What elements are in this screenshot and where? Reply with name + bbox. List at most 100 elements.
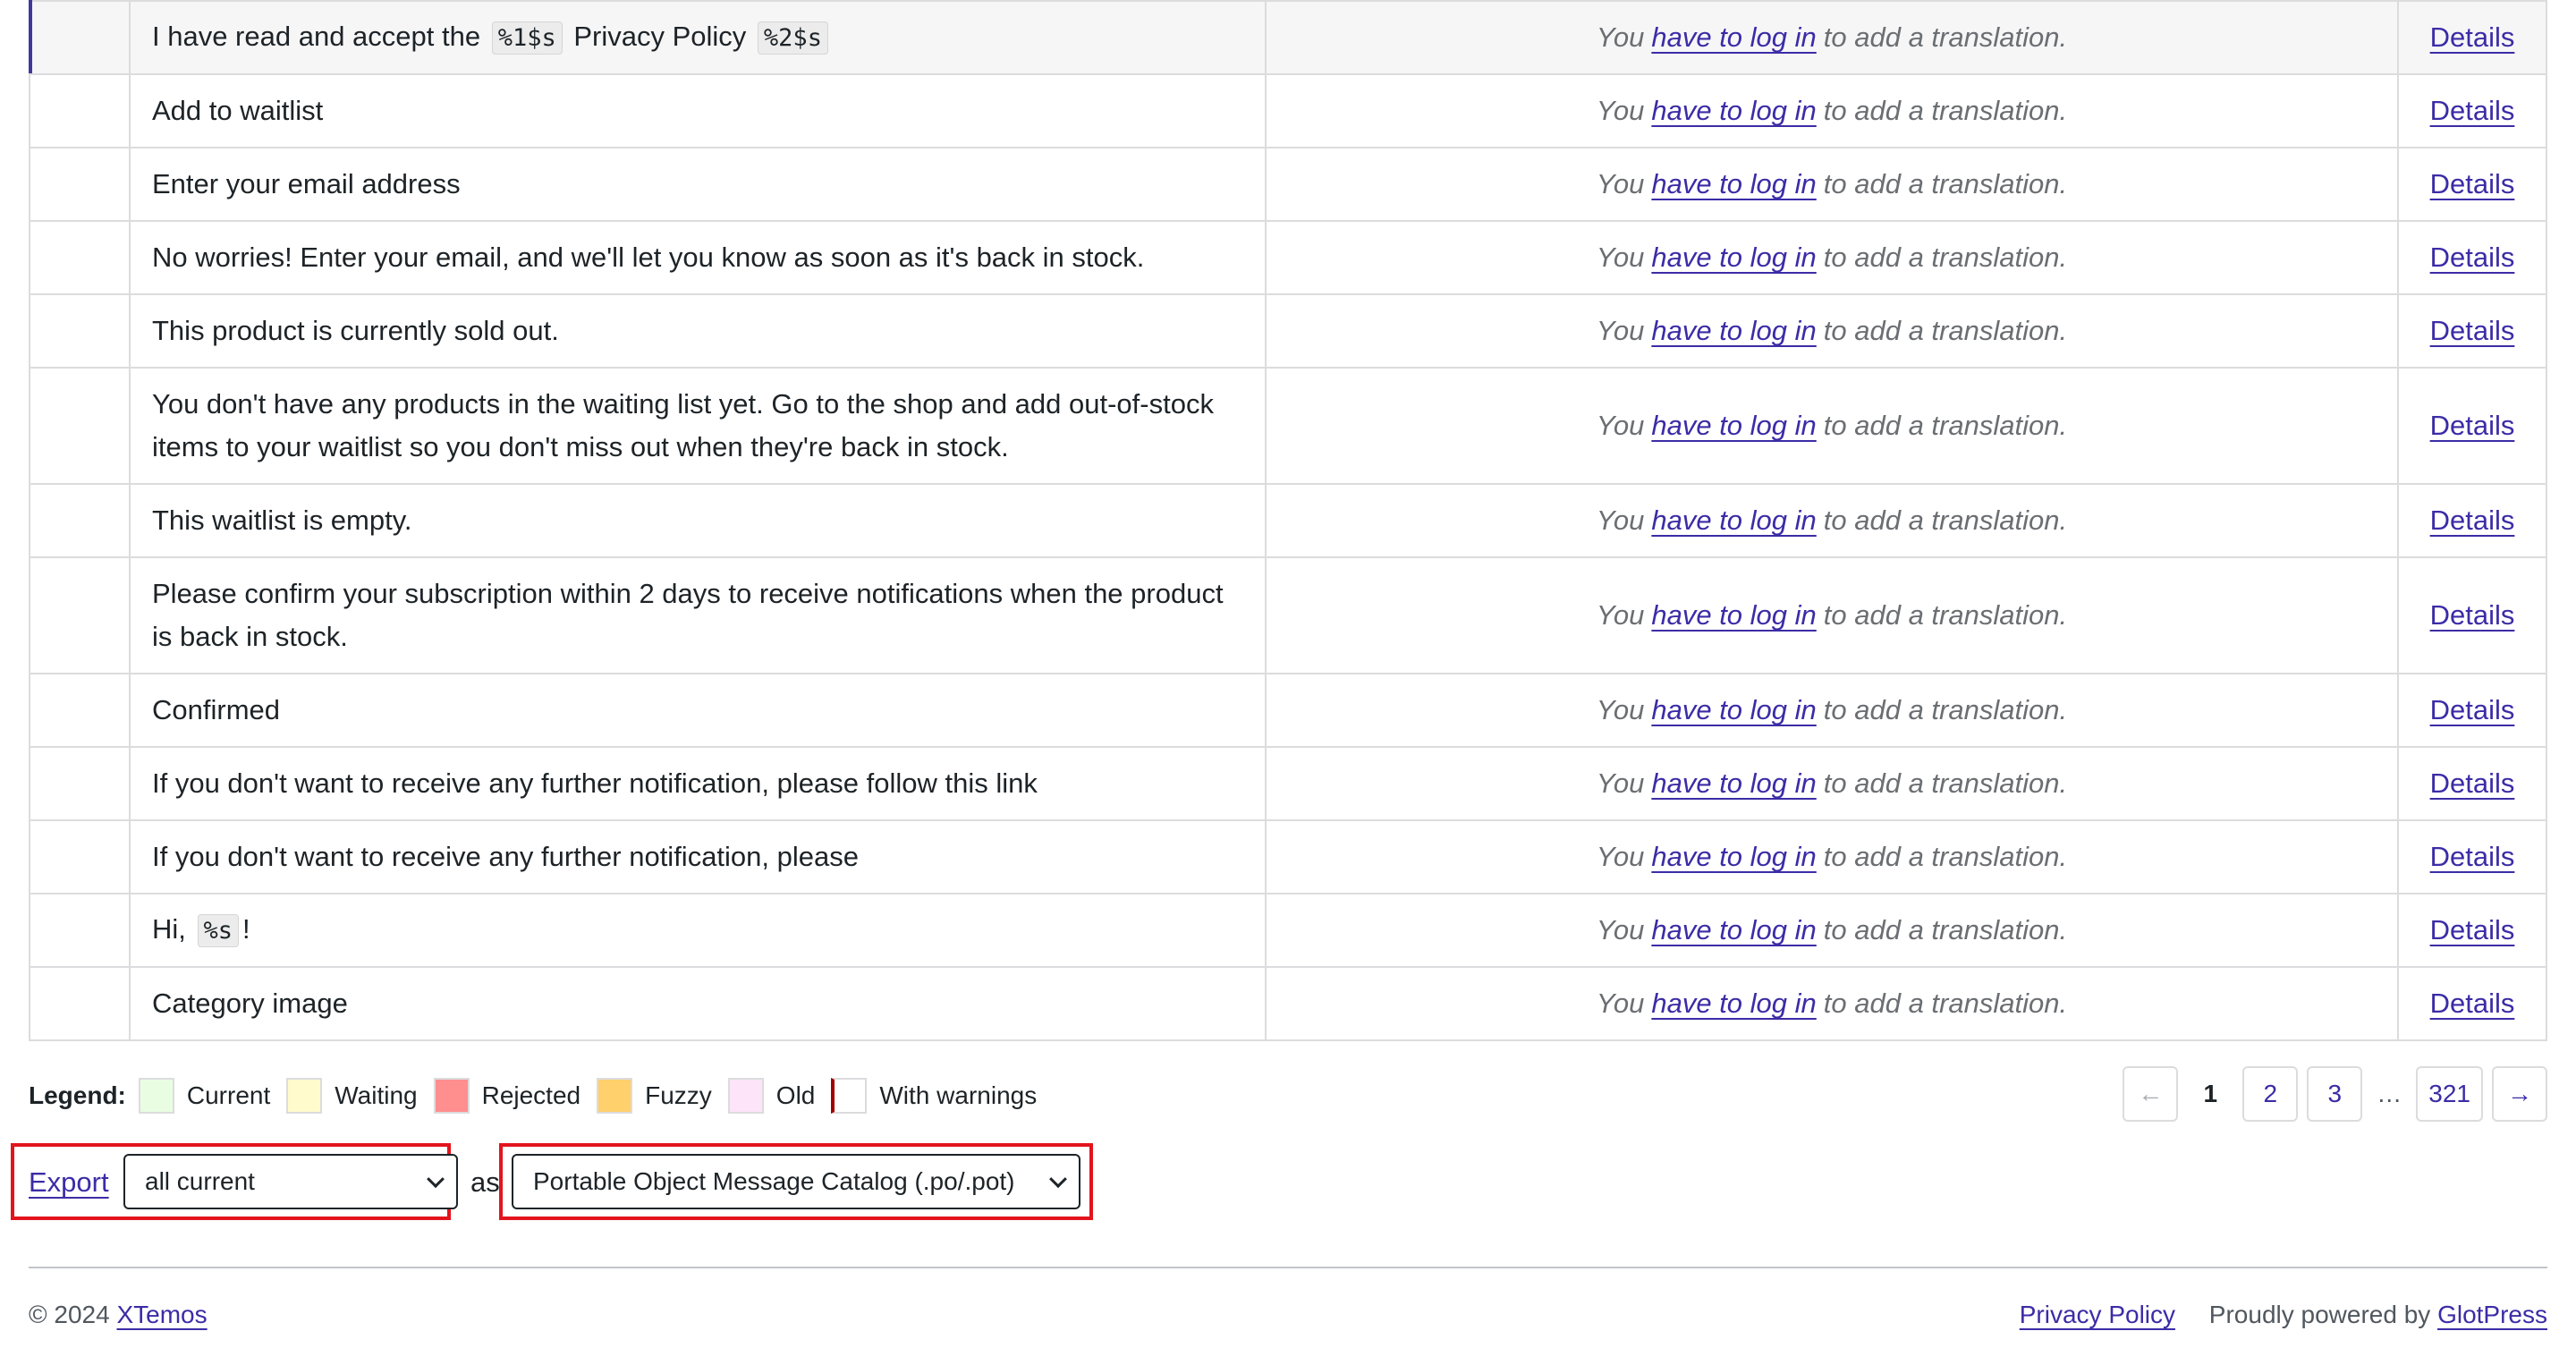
login-prompt-prefix: You (1596, 694, 1645, 725)
table-row[interactable]: You don't have any products in the waiti… (30, 367, 2546, 483)
login-prompt-suffix: to add a translation. (1823, 599, 2068, 631)
translation-cell: You have to log in to add a translation. (1267, 894, 2399, 966)
footer-divider (29, 1267, 2547, 1268)
log-in-link[interactable]: have to log in (1651, 914, 1816, 946)
string-text: Hi, (152, 913, 194, 945)
legend-swatch (433, 1078, 470, 1114)
table-row[interactable]: I have read and accept the %1$s Privacy … (29, 0, 2546, 73)
placeholder-code: %1$s (491, 21, 563, 55)
details-link[interactable]: Details (2430, 95, 2515, 127)
details-link[interactable]: Details (2430, 841, 2515, 873)
export-row: Export all current as Portable Object Me… (11, 1143, 1093, 1220)
table-row[interactable]: Category image You have to log in to add a … (30, 966, 2546, 1039)
login-prompt-prefix: You (1596, 242, 1645, 273)
details-link[interactable]: Details (2430, 504, 2515, 537)
translation-cell: You have to log in to add a translation. (1267, 558, 2399, 673)
priority-cell (30, 2, 131, 73)
page-2-link[interactable]: 2 (2242, 1066, 2299, 1122)
table-row[interactable]: If you don't want to receive any further… (30, 746, 2546, 819)
log-in-link[interactable]: have to log in (1651, 599, 1816, 632)
table-row[interactable]: Hi, %s! You have to log in to add a transla… (30, 893, 2546, 966)
translation-cell: You have to log in to add a translation. (1267, 821, 2399, 893)
priority-cell (30, 75, 131, 147)
legend-item-label: Current (186, 1081, 271, 1109)
privacy-policy-link[interactable]: Privacy Policy (2020, 1301, 2175, 1328)
details-link[interactable]: Details (2430, 599, 2515, 632)
login-prompt-prefix: You (1596, 95, 1645, 126)
log-in-link[interactable]: have to log in (1651, 504, 1816, 537)
powered-by-text: Proudly powered by (2208, 1301, 2431, 1328)
company-link[interactable]: XTemos (116, 1301, 207, 1328)
original-string-cell: Category image (131, 968, 1267, 1039)
translation-cell: You have to log in to add a translation. (1267, 148, 2399, 220)
original-string: You don't have any products in the waiti… (152, 383, 1243, 469)
original-string-cell: If you don't want to receive any further… (131, 748, 1267, 819)
string-text: Please confirm your subscription within … (152, 578, 1224, 652)
actions-cell: Details (2399, 295, 2546, 367)
details-link[interactable]: Details (2430, 168, 2515, 200)
last-page-link[interactable]: 321 (2416, 1066, 2483, 1122)
table-row[interactable]: Confirmed You have to log in to add a trans… (30, 673, 2546, 746)
prev-page-button[interactable]: ← (2123, 1066, 2179, 1122)
current-page: 1 (2203, 1080, 2218, 1107)
details-link[interactable]: Details (2430, 767, 2515, 800)
details-link[interactable]: Details (2430, 410, 2515, 442)
footer-copyright: © 2024 XTemos (29, 1301, 208, 1329)
pagination: ← 1 2 3 … 321 → (2123, 1066, 2547, 1122)
table-row[interactable]: This waitlist is empty. You have to log in… (30, 483, 2546, 556)
details-link[interactable]: Details (2430, 914, 2515, 946)
details-link[interactable]: Details (2430, 988, 2515, 1020)
string-text: Enter your email address (152, 168, 461, 199)
export-as-label: as (470, 1166, 500, 1198)
log-in-link[interactable]: have to log in (1651, 767, 1816, 800)
log-in-link[interactable]: have to log in (1651, 21, 1816, 54)
table-row[interactable]: Add to waitlist You have to log in to add a… (30, 73, 2546, 147)
string-text: Category image (152, 988, 348, 1019)
legend-item-rejected: Rejected (433, 1078, 580, 1114)
original-string-cell: You don't have any products in the waiti… (131, 369, 1267, 483)
log-in-link[interactable]: have to log in (1651, 410, 1816, 442)
table-row[interactable]: Please confirm your subscription within … (30, 556, 2546, 673)
export-format-value: Portable Object Message Catalog (.po/.po… (533, 1167, 1015, 1195)
table-row[interactable]: Enter your email address You have to log i… (30, 147, 2546, 220)
log-in-link[interactable]: have to log in (1651, 315, 1816, 347)
login-prompt-prefix: You (1596, 315, 1645, 346)
string-text: Confirmed (152, 694, 280, 725)
table-row[interactable]: No worries! Enter your email, and we'll … (30, 220, 2546, 293)
translation-page: I have read and accept the %1$s Privacy … (0, 0, 2576, 1365)
export-what-select[interactable]: all current (123, 1154, 458, 1209)
log-in-link[interactable]: have to log in (1651, 168, 1816, 200)
priority-cell (30, 369, 131, 483)
details-link[interactable]: Details (2430, 242, 2515, 274)
original-string: Please confirm your subscription within … (152, 572, 1243, 658)
export-format-select[interactable]: Portable Object Message Catalog (.po/.po… (512, 1154, 1080, 1209)
original-string: This waitlist is empty. (152, 499, 412, 542)
next-page-button[interactable]: → (2492, 1066, 2547, 1122)
log-in-link[interactable]: have to log in (1651, 694, 1816, 726)
glotpress-link[interactable]: GlotPress (2437, 1301, 2547, 1328)
legend-swatch (597, 1078, 633, 1114)
translation-cell: You have to log in to add a translation. (1267, 75, 2399, 147)
priority-cell (30, 674, 131, 746)
translation-cell: You have to log in to add a translation. (1267, 674, 2399, 746)
export-link[interactable]: Export (29, 1166, 109, 1199)
actions-cell: Details (2399, 222, 2546, 293)
export-what-value: all current (145, 1167, 255, 1195)
details-link[interactable]: Details (2430, 694, 2515, 726)
string-text: Add to waitlist (152, 95, 324, 126)
login-prompt-suffix: to add a translation. (1823, 841, 2068, 872)
actions-cell: Details (2399, 558, 2546, 673)
details-link[interactable]: Details (2430, 315, 2515, 347)
login-prompt-prefix: You (1596, 168, 1645, 199)
log-in-link[interactable]: have to log in (1651, 242, 1816, 274)
page-3-link[interactable]: 3 (2307, 1066, 2363, 1122)
table-row[interactable]: This product is currently sold out. You ha… (30, 293, 2546, 367)
string-text: This waitlist is empty. (152, 504, 412, 536)
details-link[interactable]: Details (2430, 21, 2515, 54)
original-string-cell: Confirmed (131, 674, 1267, 746)
log-in-link[interactable]: have to log in (1651, 841, 1816, 873)
log-in-link[interactable]: have to log in (1651, 988, 1816, 1020)
strings-table: I have read and accept the %1$s Privacy … (29, 0, 2547, 1041)
log-in-link[interactable]: have to log in (1651, 95, 1816, 127)
table-row[interactable]: If you don't want to receive any further… (30, 819, 2546, 893)
